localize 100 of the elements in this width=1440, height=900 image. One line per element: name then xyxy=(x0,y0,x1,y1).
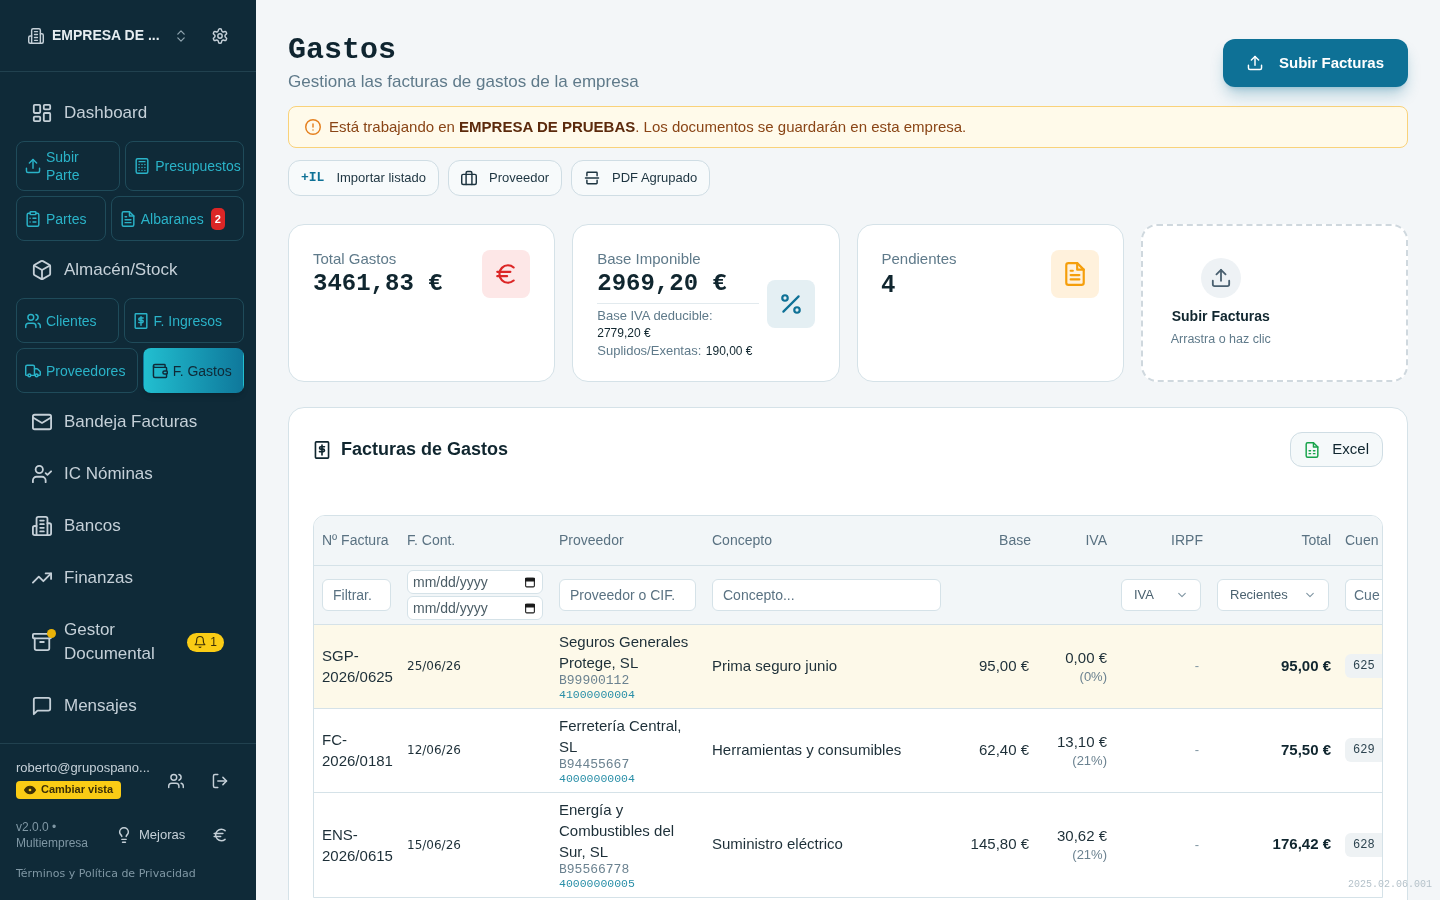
nav-tile[interactable]: Partes xyxy=(16,196,106,241)
filter-input[interactable]: Filtrar. xyxy=(322,578,391,611)
split-pages-icon xyxy=(584,170,600,186)
supplier-name: Energía y Combustibles del Sur, SL xyxy=(559,799,676,862)
invoice-concept: Herramientas y consumibles xyxy=(704,708,949,792)
document-icon xyxy=(119,210,136,227)
mail-icon xyxy=(32,412,52,432)
building-icon xyxy=(32,516,52,536)
bell-icon xyxy=(194,636,207,648)
filter-select[interactable]: IVA xyxy=(1121,578,1201,611)
upload-invoices-button[interactable]: Subir Facturas xyxy=(1222,39,1408,87)
filter-input[interactable]: Concepto... xyxy=(712,578,941,611)
nav-tile[interactable]: F. Gastos xyxy=(142,348,244,393)
supplier-tax-id: B95566778 xyxy=(559,861,631,877)
invoice-date: 12/06/26 xyxy=(399,708,551,792)
chevron-up-down-icon xyxy=(174,28,188,43)
version-label: v2.0.0 • Multiempresa xyxy=(16,818,90,851)
nav-tile[interactable]: Subir Parte xyxy=(16,141,121,191)
account-tag: 625 xyxy=(1345,654,1382,678)
nav-item[interactable]: Gestor Documental 1 xyxy=(16,604,240,680)
truck-icon xyxy=(25,362,41,379)
settings-icon xyxy=(212,27,228,44)
invoice-concept: Suministro eléctrico xyxy=(704,792,949,897)
column-header: Base xyxy=(949,516,1037,565)
notification-count: 1 xyxy=(210,636,217,648)
terms-link[interactable]: Términos y Política de Privacidad xyxy=(16,865,240,882)
invoice-number: ENS-2026/0615 xyxy=(314,792,399,897)
page-subtitle: Gestiona las facturas de gastos de la empresa xyxy=(288,71,639,93)
total-amount: 95,00 € xyxy=(1209,624,1337,708)
logout-button[interactable] xyxy=(212,772,228,789)
vat-rate: (21%) xyxy=(1071,751,1107,770)
panel-title: Facturas de Gastos xyxy=(341,438,509,461)
users-button[interactable] xyxy=(168,772,184,789)
upload-icon xyxy=(1246,55,1263,71)
currency-button[interactable] xyxy=(212,826,228,843)
filter-input[interactable]: Cue xyxy=(1345,578,1382,611)
count-badge: 2 xyxy=(210,207,225,230)
wallet-icon xyxy=(151,362,168,379)
supplier-account: 41000000004 xyxy=(559,687,636,702)
nav-tile[interactable]: Albaranes 2 xyxy=(110,196,244,241)
nav-item[interactable]: IC Nóminas xyxy=(16,448,240,500)
action-button[interactable]: PDF Agrupado xyxy=(571,160,711,196)
stat-label: Pendientes xyxy=(881,249,957,269)
calendar-icon xyxy=(524,601,536,614)
vat-amount: 30,62 € xyxy=(1055,826,1107,846)
detail-label: Suplidos/Exentas: xyxy=(597,343,702,358)
supplier-tax-id: B94455667 xyxy=(559,756,631,772)
clipboard-icon xyxy=(25,210,41,227)
total-amount: 176,42 € xyxy=(1209,792,1337,897)
filter-input[interactable]: Proveedor o CIF. xyxy=(559,578,696,611)
improvements-link[interactable]: Mejoras xyxy=(116,824,186,845)
settings-button[interactable] xyxy=(212,27,228,44)
stat-value: 4 xyxy=(881,269,896,299)
nav-tile[interactable]: Proveedores xyxy=(16,348,138,393)
nav-item[interactable]: Mensajes xyxy=(16,680,240,732)
vat-amount: 13,10 € xyxy=(1055,731,1107,752)
invoice-date: 15/06/26 xyxy=(399,792,551,897)
date-field[interactable]: mm/dd/yyyy xyxy=(407,595,543,620)
upload-dropzone[interactable]: Subir Facturas Arrastra o haz clic xyxy=(1140,224,1408,382)
receipt-icon xyxy=(132,312,149,329)
nav-tile[interactable]: F. Ingresos xyxy=(123,298,244,343)
filter-select[interactable]: Recientes xyxy=(1217,578,1329,611)
column-header: Nº Factura xyxy=(314,516,399,565)
nav-item[interactable]: Bandeja Facturas xyxy=(16,396,240,448)
percent-icon xyxy=(766,280,815,328)
package-icon xyxy=(32,260,52,280)
nav-item[interactable]: Almacén/Stock xyxy=(16,244,240,296)
stat-label: Base Imponible xyxy=(597,249,702,269)
calendar-icon xyxy=(524,575,536,588)
account-tag: 628 xyxy=(1345,832,1382,857)
account-tag: 629 xyxy=(1345,738,1382,762)
supplier-account: 40000000005 xyxy=(559,876,636,891)
archive-icon xyxy=(32,632,52,652)
nav-item[interactable]: Dashboard xyxy=(16,87,240,139)
page-title: Gastos xyxy=(288,32,398,68)
nav-item[interactable]: Finanzas xyxy=(16,552,240,604)
action-button[interactable]: Proveedor xyxy=(448,160,562,196)
dropzone-hint: Arrastra o haz clic xyxy=(1170,330,1271,348)
switch-view-button[interactable]: Cambiar vista xyxy=(16,780,122,799)
date-field[interactable]: mm/dd/yyyy xyxy=(407,569,543,594)
briefcase-icon xyxy=(461,170,477,186)
column-header: Proveedor xyxy=(551,516,704,565)
vat-amount: 0,00 € xyxy=(1064,647,1107,668)
spreadsheet-icon xyxy=(1304,441,1321,458)
vat-rate: (0%) xyxy=(1078,667,1107,686)
building-icon xyxy=(28,27,44,44)
nav-tile[interactable]: Clientes xyxy=(16,298,119,343)
excel-export-button[interactable]: Excel xyxy=(1290,432,1383,467)
column-header: Cuen xyxy=(1337,516,1382,565)
action-button[interactable]: +IL Importar listado xyxy=(288,160,439,196)
column-header: IRPF xyxy=(1113,516,1209,565)
nav-tile[interactable]: Presupuestos xyxy=(125,141,244,191)
detail-value: 190,00 € xyxy=(705,344,753,358)
users-icon xyxy=(168,772,184,789)
stat-value: 2969,20 € xyxy=(597,269,728,299)
company-selector[interactable]: EMPRESA DE ... xyxy=(28,25,188,46)
nav-item[interactable]: Bancos xyxy=(16,500,240,552)
invoice-number: FC-2026/0181 xyxy=(314,708,399,792)
stat-label: Total Gastos xyxy=(313,249,398,269)
warning-icon xyxy=(305,119,321,135)
